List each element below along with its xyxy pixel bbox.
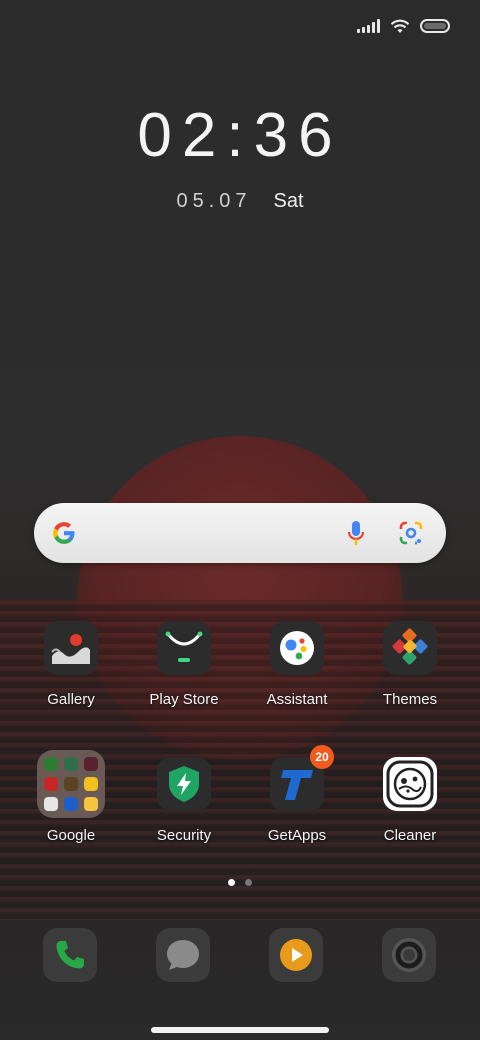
phone-icon [56,941,84,969]
dock-phone[interactable] [43,928,97,982]
dock-camera[interactable] [382,928,436,982]
battery-icon [420,19,450,33]
assistant-icon [270,621,324,675]
app-getapps[interactable]: 20 GetApps [242,745,352,844]
app-folder-google[interactable]: Google [16,750,126,844]
status-bar [357,18,450,34]
google-search-bar[interactable] [34,503,446,563]
app-gallery[interactable]: Gallery [16,621,126,708]
dock-music[interactable] [269,928,323,982]
home-gesture-bar[interactable] [151,1027,329,1033]
getapps-icon: 20 [270,745,334,811]
security-shield-icon [157,757,211,811]
messaging-icon [167,940,199,970]
dock-messaging[interactable] [156,928,210,982]
google-lens-icon[interactable] [398,520,424,546]
app-label: Google [46,827,96,844]
music-icon [280,939,312,971]
page-indicator [0,879,480,886]
page-dot[interactable] [245,879,252,886]
gallery-icon [44,621,98,675]
app-cleaner[interactable]: Cleaner [355,757,465,844]
wifi-icon [390,19,410,33]
page-dot-active[interactable] [228,879,235,886]
date-row: 05.07 Sat [0,190,480,213]
google-g-icon [53,522,75,544]
signal-icon [357,19,380,33]
voice-mic-icon[interactable] [346,519,366,547]
app-assistant[interactable]: Assistant [242,621,352,708]
app-label: Play Store [149,691,219,708]
app-play-store[interactable]: Play Store [129,621,239,708]
app-label: Themes [382,691,438,708]
play-store-icon [157,621,211,675]
cleaner-icon [383,757,437,811]
google-folder-icon [37,750,105,818]
clock-day: Sat [273,190,304,212]
app-label: GetApps [267,827,327,844]
themes-icon [383,621,437,675]
clock-time[interactable]: 02:36 [0,100,480,171]
app-label: Gallery [47,691,95,708]
app-label: Security [156,827,212,844]
notification-badge: 20 [310,745,334,769]
app-security[interactable]: Security [129,757,239,844]
camera-icon [392,938,426,972]
app-label: Cleaner [383,827,437,844]
app-label: Assistant [266,691,328,708]
app-themes[interactable]: Themes [355,621,465,708]
clock-date: 05.07 [176,190,252,212]
